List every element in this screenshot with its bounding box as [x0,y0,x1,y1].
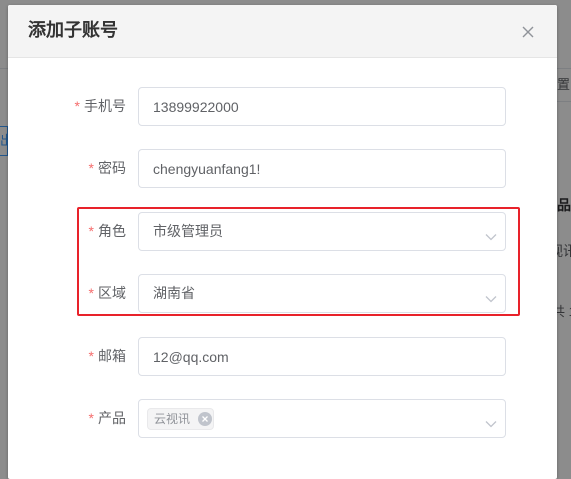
phone-field[interactable] [138,87,506,126]
close-icon[interactable] [520,24,536,40]
role-select[interactable]: 市级管理员 [138,212,506,251]
phone-label-text: 手机号 [84,98,126,114]
region-select[interactable]: 湖南省 [138,274,506,313]
email-label: * 邮箱 [26,337,126,376]
email-label-text: 邮箱 [98,348,126,364]
circle-close-icon[interactable] [198,412,212,426]
password-label-text: 密码 [98,160,126,176]
phone-input[interactable] [139,88,505,125]
product-tag-label: 云视讯 [154,412,191,426]
email-field[interactable] [138,337,506,376]
required-mark: * [88,160,94,176]
region-label: * 区域 [26,274,126,313]
password-field[interactable] [138,149,506,188]
add-sub-account-dialog: 添加子账号 *手机号 *密码 *角色 市级管理员 *区域 湖南省 [8,5,557,479]
password-label: * 密码 [26,149,126,188]
chevron-down-icon[interactable] [485,415,497,428]
region-label-text: 区域 [98,285,126,301]
required-mark: * [88,348,94,364]
chevron-down-icon[interactable] [485,290,497,303]
required-mark: * [88,410,94,426]
role-select-value: 市级管理员 [153,223,223,239]
required-mark: * [88,223,94,239]
product-tag: 云视讯 [147,408,214,430]
dialog-header: 添加子账号 [8,5,557,58]
dialog-title: 添加子账号 [28,20,118,40]
email-input[interactable] [139,338,505,375]
required-mark: * [74,98,80,114]
product-select[interactable]: 云视讯 [138,399,506,438]
password-input[interactable] [139,150,505,187]
phone-label: * 手机号 [26,87,126,126]
product-label: * 产品 [26,399,126,438]
role-label-text: 角色 [98,223,126,239]
required-mark: * [88,285,94,301]
role-label: * 角色 [26,212,126,251]
region-select-value: 湖南省 [153,285,195,301]
chevron-down-icon[interactable] [485,228,497,241]
product-label-text: 产品 [98,410,126,426]
